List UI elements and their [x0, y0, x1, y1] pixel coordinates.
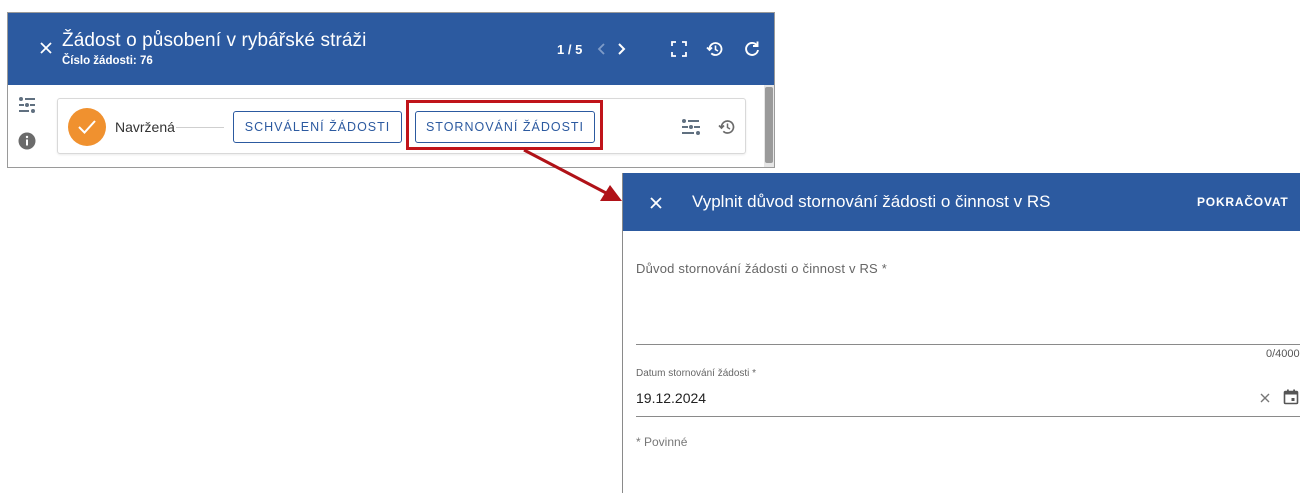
workflow-bar: Navržená SCHVÁLENÍ ŽÁDOSTI STORNOVÁNÍ ŽÁ…: [57, 98, 746, 154]
side-rail: [8, 85, 44, 167]
approve-request-button[interactable]: SCHVÁLENÍ ŽÁDOSTI: [233, 111, 402, 143]
calendar-icon[interactable]: [1282, 388, 1300, 406]
close-icon[interactable]: [38, 40, 54, 56]
current-state-label: Navržená: [115, 119, 175, 135]
cancel-date-label: Datum stornování žádosti *: [636, 368, 757, 379]
field-underline: [636, 344, 1300, 345]
chevron-left-icon[interactable]: [592, 39, 612, 59]
workflow-icon[interactable]: [17, 95, 37, 115]
chevron-right-icon[interactable]: [611, 39, 631, 59]
history-icon[interactable]: [717, 117, 737, 137]
state-done-badge: [68, 108, 106, 146]
char-counter: 0/4000: [1266, 348, 1300, 360]
cancel-reason-dialog: Vyplnit důvod stornování žádosti o činno…: [622, 173, 1300, 493]
request-number: Číslo žádosti: 76: [62, 55, 153, 67]
cancel-reason-textarea[interactable]: Důvod stornování žádosti o činnost v RS …: [636, 253, 1300, 345]
dialog-title: Vyplnit důvod stornování žádosti o činno…: [692, 192, 1051, 211]
request-window: Žádost o působení v rybářské stráži Čísl…: [7, 12, 775, 168]
refresh-icon[interactable]: [742, 39, 762, 59]
check-icon: [78, 120, 96, 134]
window-scrollbar[interactable]: [764, 85, 774, 167]
workflow-icon[interactable]: [680, 117, 702, 137]
window-title: Žádost o působení v rybářské stráži: [62, 30, 367, 51]
cancel-date-field: Datum stornování žádosti *: [636, 366, 1300, 418]
required-note: * Povinné: [636, 435, 688, 449]
dialog-header: Vyplnit důvod stornování žádosti o činno…: [623, 173, 1300, 231]
history-icon[interactable]: [705, 39, 725, 59]
clear-icon[interactable]: [1258, 391, 1272, 405]
close-icon[interactable]: [648, 195, 664, 211]
continue-button[interactable]: POKRAČOVAT: [1197, 195, 1289, 209]
cancel-date-input[interactable]: [636, 390, 1236, 406]
cancel-request-button[interactable]: STORNOVÁNÍ ŽÁDOSTI: [415, 111, 595, 143]
scrollbar-thumb[interactable]: [765, 87, 773, 163]
cancel-reason-label: Důvod stornování žádosti o činnost v RS …: [636, 261, 887, 276]
state-connector: [176, 127, 224, 128]
info-icon[interactable]: [17, 131, 37, 151]
fullscreen-icon[interactable]: [669, 39, 689, 59]
pager-counter: 1 / 5: [557, 42, 583, 57]
field-underline: [636, 416, 1300, 417]
window-header: Žádost o působení v rybářské stráži Čísl…: [8, 13, 774, 85]
